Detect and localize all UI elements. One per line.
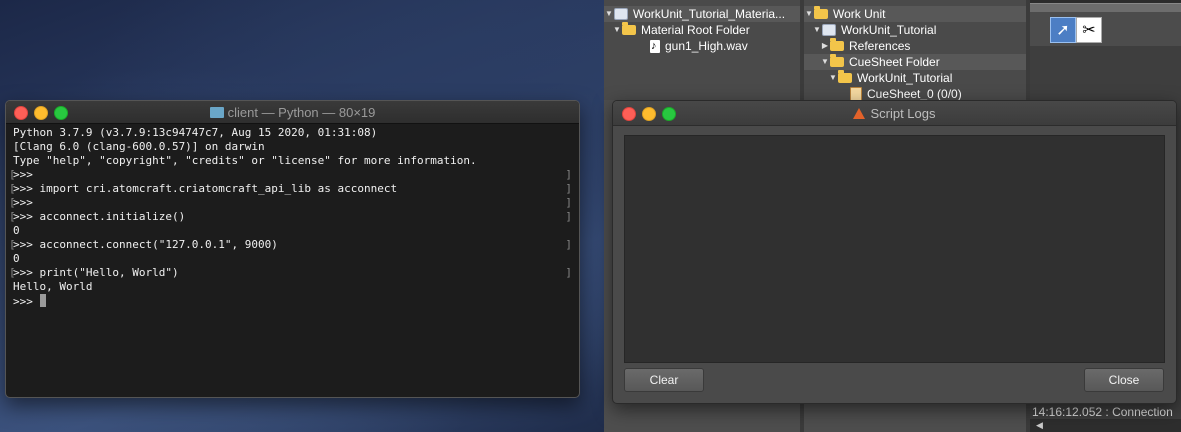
tree-item-workunit-tutorial[interactable]: ▼ WorkUnit_Tutorial bbox=[812, 22, 936, 38]
log-output-area[interactable] bbox=[624, 135, 1165, 363]
scissors-icon[interactable]: ✂ bbox=[1076, 17, 1102, 43]
horizontal-scrollbar[interactable]: ◀ bbox=[1030, 419, 1181, 432]
mark-bracket-icon: [ bbox=[9, 182, 16, 195]
folder-icon bbox=[838, 70, 852, 83]
mark-bracket-icon: ] bbox=[565, 196, 572, 209]
cuesheet-icon bbox=[850, 87, 862, 100]
tree-item-gun1-wav[interactable]: gun1_High.wav bbox=[650, 38, 748, 54]
mark-bracket-icon: ] bbox=[565, 210, 572, 223]
terminal-line: 0 bbox=[13, 252, 20, 265]
terminal-input-line[interactable]: >>> bbox=[13, 294, 575, 308]
terminal-command: >>> print("Hello, World") bbox=[13, 266, 179, 279]
tree-item-work-unit[interactable]: ▼ Work Unit bbox=[804, 6, 1026, 22]
terminal-line: [Clang 6.0 (clang-600.0.57)] on darwin bbox=[13, 140, 265, 153]
terminal-command: >>> import cri.atomcraft.criatomcraft_ap… bbox=[13, 182, 398, 195]
tree-item-cuesheet-folder[interactable]: ▼ CueSheet Folder bbox=[804, 54, 1026, 70]
tree-item-label: WorkUnit_Tutorial bbox=[857, 71, 953, 85]
script-logs-title: Script Logs bbox=[613, 106, 1176, 121]
folder-icon bbox=[814, 6, 828, 19]
atomcraft-app-icon bbox=[853, 108, 866, 119]
folder-icon bbox=[830, 54, 844, 67]
tree-item-references[interactable]: ▶ References bbox=[820, 38, 910, 54]
terminal-titlebar[interactable]: client — Python — 80×19 bbox=[6, 101, 579, 124]
scroll-left-icon[interactable]: ◀ bbox=[1036, 420, 1043, 431]
tree-item-label: Material Root Folder bbox=[641, 23, 750, 37]
terminal-line: Hello, World bbox=[13, 280, 93, 293]
terminal-window: client — Python — 80×19 Python 3.7.9 (v3… bbox=[5, 100, 580, 398]
mark-bracket-icon: [ bbox=[9, 266, 16, 279]
tree-item-workunit-tutorial-folder[interactable]: ▼ WorkUnit_Tutorial bbox=[828, 70, 952, 86]
tree-item-label: References bbox=[849, 39, 911, 53]
script-logs-title-text: Script Logs bbox=[870, 106, 936, 121]
terminal-line: [>>> print("Hello, World")] bbox=[9, 266, 575, 280]
status-log-text: 14:16:12.052 : Connection bbox=[1032, 405, 1173, 419]
mark-bracket-icon: [ bbox=[9, 168, 16, 181]
terminal-command: >>> acconnect.initialize() bbox=[13, 210, 186, 223]
mark-bracket-icon: ] bbox=[565, 266, 572, 279]
terminal-command: >>> acconnect.connect("127.0.0.1", 9000) bbox=[13, 238, 278, 251]
tree-item-label: WorkUnit_Tutorial bbox=[841, 23, 937, 37]
mark-bracket-icon: [ bbox=[9, 238, 16, 251]
mark-bracket-icon: [ bbox=[9, 196, 16, 209]
terminal-prompt: >>> bbox=[13, 196, 33, 209]
workunit-icon bbox=[822, 24, 836, 36]
workunit-tree: ▼ Work Unit ▼ WorkUnit_Tutorial ▶ Refere… bbox=[804, 0, 1026, 100]
tree-item-label: WorkUnit_Tutorial_Materia... bbox=[633, 7, 786, 21]
mark-bracket-icon: ] bbox=[565, 168, 572, 181]
terminal-line: [>>> acconnect.initialize()] bbox=[9, 210, 575, 224]
expand-arrow-icon[interactable]: ▶ bbox=[820, 38, 830, 54]
folder-icon bbox=[622, 22, 636, 35]
tree-item-workunit-materials[interactable]: ▼ WorkUnit_Tutorial_Materia... bbox=[604, 6, 800, 22]
terminal-title: client — Python — 80×19 bbox=[6, 105, 579, 120]
script-logs-window: Script Logs Clear Close bbox=[612, 100, 1177, 404]
script-logs-titlebar[interactable]: Script Logs bbox=[613, 101, 1176, 126]
terminal-output[interactable]: Python 3.7.9 (v3.7.9:13c94747c7, Aug 15 … bbox=[9, 126, 575, 393]
mark-bracket-icon: [ bbox=[9, 210, 16, 223]
terminal-line: Type "help", "copyright", "credits" or "… bbox=[13, 154, 477, 167]
expand-arrow-icon[interactable]: ▼ bbox=[804, 6, 814, 22]
select-arrow-icon[interactable]: ➚ bbox=[1050, 17, 1076, 43]
terminal-title-text: client — Python — 80×19 bbox=[227, 105, 376, 120]
tree-item-label: CueSheet Folder bbox=[849, 55, 940, 69]
expand-arrow-icon[interactable]: ▼ bbox=[820, 54, 830, 70]
mark-bracket-icon: ] bbox=[565, 238, 572, 251]
folder-icon bbox=[209, 107, 224, 118]
tree-item-material-root-folder[interactable]: ▼ Material Root Folder bbox=[612, 22, 750, 38]
terminal-prompt: >>> bbox=[13, 295, 40, 308]
terminal-line: Python 3.7.9 (v3.7.9:13c94747c7, Aug 15 … bbox=[13, 126, 378, 139]
workunit-icon bbox=[614, 8, 628, 20]
terminal-line: [>>> import cri.atomcraft.criatomcraft_a… bbox=[9, 182, 575, 196]
folder-icon bbox=[830, 38, 844, 51]
expand-arrow-icon[interactable]: ▼ bbox=[612, 22, 622, 38]
toolbar: ➚ ✂ bbox=[1030, 12, 1181, 46]
terminal-line: 0 bbox=[13, 224, 20, 237]
tree-item-label: CueSheet_0 (0/0) bbox=[867, 87, 962, 100]
audio-file-icon bbox=[650, 38, 660, 54]
close-button[interactable]: Close bbox=[1084, 368, 1164, 392]
mark-bracket-icon: ] bbox=[565, 182, 572, 195]
tool-strip bbox=[1030, 0, 1181, 13]
terminal-line: [>>>] bbox=[9, 168, 575, 182]
expand-arrow-icon[interactable]: ▼ bbox=[828, 70, 838, 86]
expand-arrow-icon[interactable]: ▼ bbox=[604, 6, 614, 22]
expand-arrow-icon[interactable]: ▼ bbox=[812, 22, 822, 38]
text-cursor bbox=[39, 294, 46, 307]
terminal-prompt: >>> bbox=[13, 168, 33, 181]
clear-button[interactable]: Clear bbox=[624, 368, 704, 392]
material-tree: ▼ WorkUnit_Tutorial_Materia... ▼ Materia… bbox=[604, 0, 800, 100]
terminal-line: [>>>] bbox=[9, 196, 575, 210]
terminal-line: [>>> acconnect.connect("127.0.0.1", 9000… bbox=[9, 238, 575, 252]
tree-item-cuesheet-0[interactable]: CueSheet_0 (0/0) bbox=[850, 86, 962, 100]
tree-item-label: gun1_High.wav bbox=[665, 39, 748, 53]
tree-item-label: Work Unit bbox=[833, 7, 886, 21]
